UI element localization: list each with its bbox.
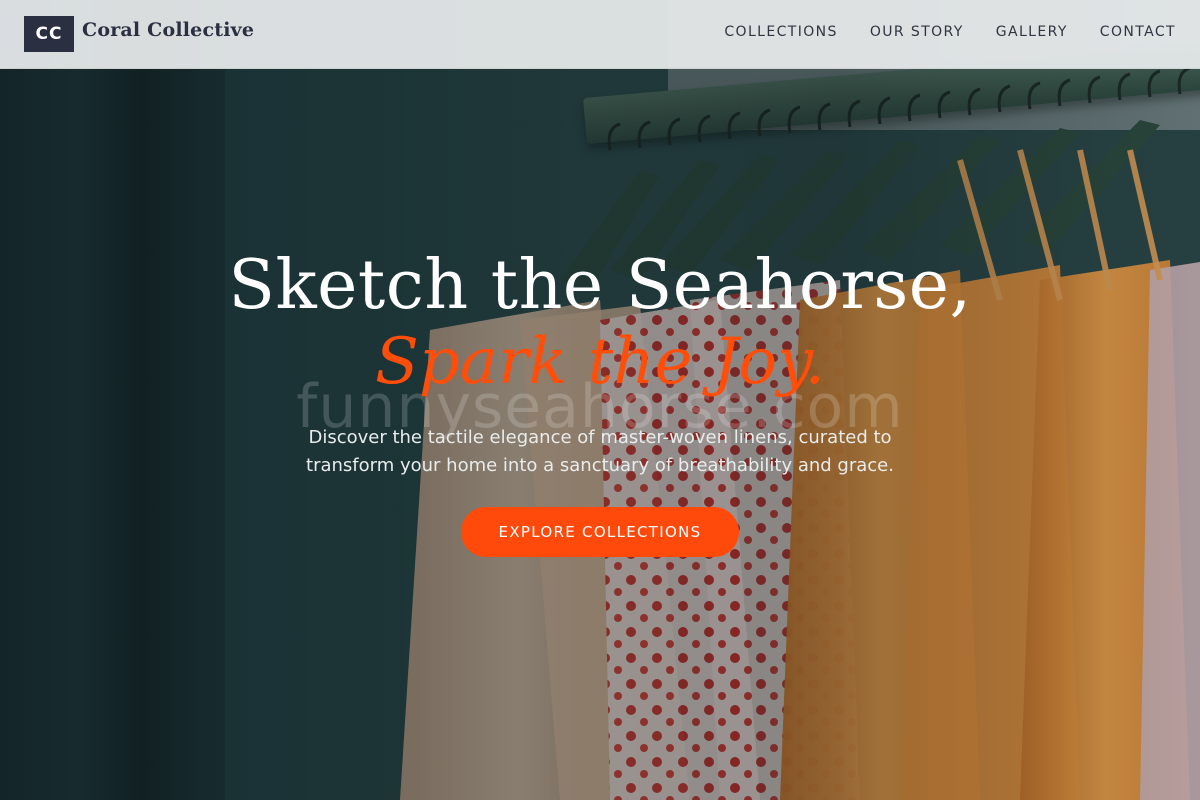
explore-collections-button[interactable]: EXPLORE COLLECTIONS — [461, 507, 739, 557]
hero-headline: Sketch the Seahorse, — [228, 246, 972, 325]
nav-link-our-story[interactable]: OUR STORY — [870, 24, 964, 40]
nav-link-gallery[interactable]: GALLERY — [996, 24, 1068, 40]
hero-subheadline: Spark the Joy. — [374, 325, 826, 399]
logo-badge[interactable]: CC — [24, 16, 74, 52]
nav-link-contact[interactable]: CONTACT — [1100, 24, 1176, 40]
brand-name[interactable]: Coral Collective — [82, 19, 254, 41]
nav-menu: COLLECTIONS OUR STORY GALLERY CONTACT — [724, 24, 1176, 40]
nav-link-collections[interactable]: COLLECTIONS — [724, 24, 837, 40]
hero-description: Discover the tactile elegance of master-… — [306, 427, 894, 476]
top-navbar: CC Coral Collective COLLECTIONS OUR STOR… — [0, 0, 1200, 69]
